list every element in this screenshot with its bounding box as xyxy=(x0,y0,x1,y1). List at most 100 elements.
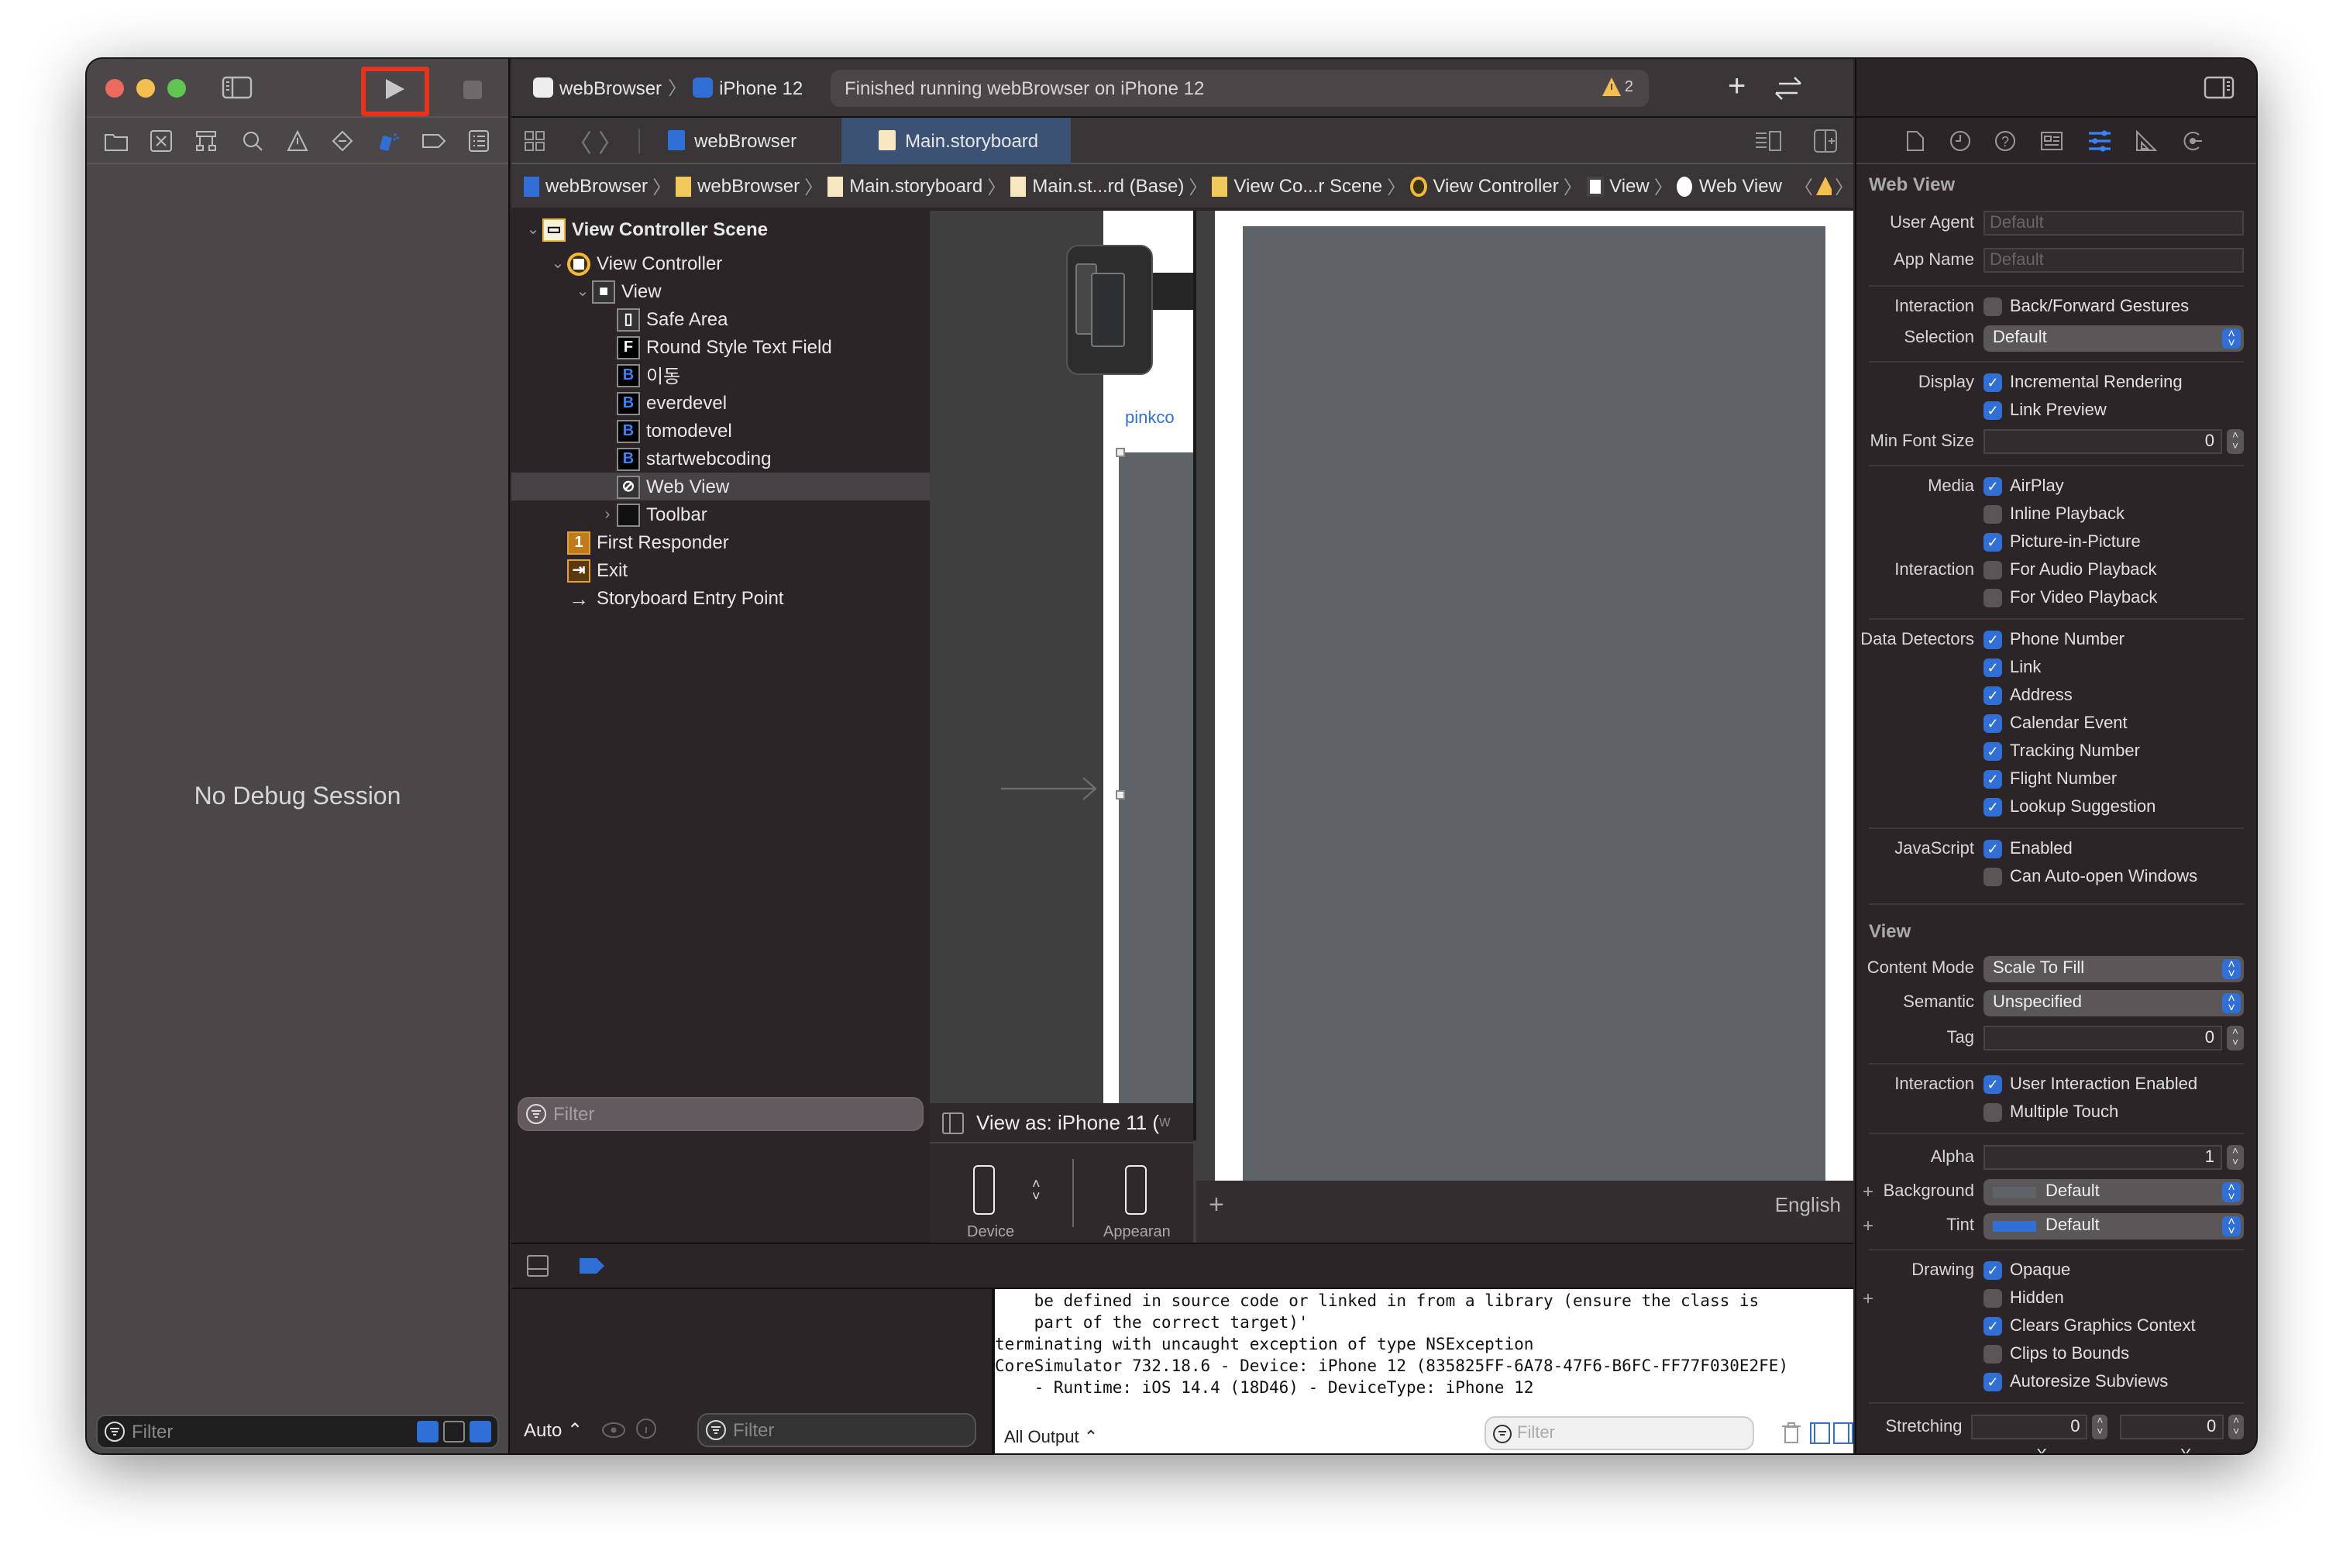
report-icon[interactable] xyxy=(466,126,494,154)
checkbox[interactable]: ✓ xyxy=(1983,631,2002,649)
minimize-button[interactable] xyxy=(136,79,155,98)
filter-option-icon[interactable] xyxy=(417,1421,439,1442)
stepper[interactable]: ˄ ˅ xyxy=(2092,1415,2108,1439)
back-forward-gestures-checkbox[interactable]: Interaction Back/Forward Gestures xyxy=(1856,293,2256,321)
checkbox[interactable] xyxy=(1983,561,2002,579)
console-filter-field[interactable]: Filter xyxy=(1485,1416,1754,1450)
device-phone-icon[interactable] xyxy=(973,1165,995,1215)
autoresize-checkbox[interactable]: ✓ Autoresize Subviews xyxy=(1856,1368,2256,1396)
checkbox[interactable] xyxy=(1983,868,2002,886)
outline-item[interactable]: 1 First Responder xyxy=(511,528,930,556)
folder-icon[interactable] xyxy=(101,126,129,154)
checkbox[interactable]: ✓ xyxy=(1983,533,2002,552)
link-preview-checkbox[interactable]: ✓ Link Preview xyxy=(1856,397,2256,425)
device-stepper-icon[interactable]: ˄ ˅ xyxy=(1032,1177,1041,1203)
eye-icon[interactable] xyxy=(601,1421,626,1439)
info-icon[interactable] xyxy=(635,1418,657,1439)
disclosure-open-icon[interactable]: ⌄ xyxy=(549,255,567,272)
breakpoints-toggle-icon[interactable] xyxy=(580,1258,604,1274)
identity-inspector-icon[interactable] xyxy=(2040,131,2063,150)
debug-filter-field[interactable]: Filter xyxy=(96,1415,499,1449)
canvas-minimap[interactable] xyxy=(1066,245,1153,375)
add-library-button[interactable]: + xyxy=(1728,71,1746,102)
outline-item[interactable]: Btomodevel xyxy=(511,417,930,445)
debug-spray-icon[interactable] xyxy=(374,126,402,154)
checkbox[interactable] xyxy=(1983,1345,2002,1363)
data-detector-checkbox[interactable]: ✓ Calendar Event xyxy=(1856,710,2256,738)
checkbox[interactable]: ✓ xyxy=(1983,477,2002,496)
forward-button[interactable]: 〉 xyxy=(598,122,623,159)
trash-icon[interactable] xyxy=(1782,1422,1801,1444)
web-view-preview[interactable] xyxy=(1215,211,1853,1181)
warning-icon[interactable] xyxy=(284,126,311,154)
test-diamond-icon[interactable] xyxy=(329,126,357,154)
outline-item[interactable]: ⌄ View Controller xyxy=(511,249,930,277)
checkbox[interactable] xyxy=(1983,1289,2002,1308)
code-review-icon[interactable] xyxy=(1773,76,1804,101)
navigator-toggle-icon[interactable] xyxy=(222,76,253,99)
content-mode-popup[interactable]: Scale To Fill ˄ ˅ xyxy=(1983,955,2244,982)
split-view-icon[interactable] xyxy=(1810,1422,1853,1444)
checkbox[interactable] xyxy=(1983,505,2002,524)
breadcrumb-item[interactable]: Main.storyboard xyxy=(849,175,982,197)
stepper[interactable]: ˄ ˅ xyxy=(2227,1145,2244,1170)
breadcrumb-item[interactable]: View Co...r Scene xyxy=(1233,175,1382,197)
breadcrumb-item[interactable]: Web View xyxy=(1699,175,1782,197)
data-detector-checkbox[interactable]: ✓ Tracking Number xyxy=(1856,738,2256,765)
clips-to-bounds-checkbox[interactable]: Clips to Bounds xyxy=(1856,1340,2256,1368)
hierarchy-option-icon[interactable] xyxy=(443,1421,465,1442)
issue-warning-icon[interactable] xyxy=(1815,177,1832,195)
checkbox[interactable]: ✓ xyxy=(1983,401,2002,420)
data-detector-checkbox[interactable]: ✓ Address xyxy=(1856,682,2256,710)
close-button[interactable] xyxy=(105,79,124,98)
hide-debug-area-icon[interactable] xyxy=(527,1255,549,1277)
editor-options-icon[interactable] xyxy=(1754,130,1782,152)
grid-option-icon[interactable] xyxy=(470,1421,491,1442)
pip-checkbox[interactable]: ✓ Picture-in-Picture xyxy=(1856,528,2256,556)
disclosure-closed-icon[interactable]: › xyxy=(598,506,617,523)
breadcrumb-item[interactable]: webBrowser xyxy=(697,175,800,197)
resize-handle[interactable] xyxy=(1116,448,1125,457)
stepper[interactable]: ˄ ˅ xyxy=(2227,1026,2244,1050)
warning-badge[interactable]: 2 xyxy=(1602,77,1633,96)
data-detector-checkbox[interactable]: ✓ Link xyxy=(1856,654,2256,682)
breakpoint-icon[interactable] xyxy=(420,126,448,154)
selection-popup[interactable]: Default ˄ ˅ xyxy=(1983,325,2244,351)
checkbox[interactable]: ✓ xyxy=(1983,742,2002,761)
resize-handle[interactable] xyxy=(1116,790,1125,799)
auto-open-windows-checkbox[interactable]: Can Auto-open Windows xyxy=(1856,863,2256,891)
history-inspector-icon[interactable] xyxy=(1949,129,1970,151)
web-view-content[interactable] xyxy=(1243,226,1825,1181)
tint-color-popup[interactable]: Default ˄ ˅ xyxy=(1983,1212,2244,1239)
user-interaction-checkbox[interactable]: Interaction ✓ User Interaction Enabled xyxy=(1856,1071,2256,1099)
source-control-icon[interactable] xyxy=(147,126,175,154)
outline-item[interactable]: ⌄ ■ View xyxy=(511,277,930,305)
run-button[interactable] xyxy=(384,77,406,101)
outline-item[interactable]: Beverdevel xyxy=(511,389,930,417)
add-variation-icon[interactable]: + xyxy=(1863,1288,1873,1309)
scheme-selector[interactable]: webBrowser 〉 iPhone 12 xyxy=(533,74,803,101)
opaque-checkbox[interactable]: Drawing ✓ Opaque xyxy=(1856,1257,2256,1284)
outline-item[interactable]: ⊘ Web View xyxy=(511,473,930,500)
javascript-enabled-checkbox[interactable]: JavaScript ✓ Enabled xyxy=(1856,835,2256,863)
stretch-x-field[interactable]: 0 xyxy=(1971,1415,2088,1439)
min-font-size-field[interactable]: 0 xyxy=(1983,429,2222,454)
clears-context-checkbox[interactable]: ✓ Clears Graphics Context xyxy=(1856,1312,2256,1340)
checkbox[interactable]: ✓ xyxy=(1983,798,2002,817)
tab-main-storyboard[interactable]: Main.storyboard xyxy=(841,117,1072,163)
localization-label[interactable]: English xyxy=(1775,1193,1841,1216)
help-inspector-icon[interactable]: ? xyxy=(1995,129,2017,151)
data-detector-checkbox[interactable]: Data Detectors ✓ Phone Number xyxy=(1856,626,2256,654)
console-view[interactable]: be defined in source code or linked in f… xyxy=(992,1289,1853,1453)
disclosure-open-icon[interactable]: ⌄ xyxy=(524,221,542,238)
audio-playback-checkbox[interactable]: Interaction For Audio Playback xyxy=(1856,556,2256,584)
outline-filter-field[interactable]: Filter xyxy=(518,1097,924,1131)
add-variation-button[interactable]: + xyxy=(1209,1190,1224,1221)
breadcrumb-item[interactable]: webBrowser xyxy=(545,175,648,197)
checkbox[interactable] xyxy=(1983,297,2002,316)
checkbox[interactable]: ✓ xyxy=(1983,1317,2002,1336)
attributes-inspector-icon[interactable] xyxy=(2087,129,2111,151)
prev-issue-button[interactable]: 〈 xyxy=(1794,173,1813,199)
disclosure-open-icon[interactable]: ⌄ xyxy=(573,283,592,300)
scene-web-view[interactable] xyxy=(1119,452,1193,1140)
